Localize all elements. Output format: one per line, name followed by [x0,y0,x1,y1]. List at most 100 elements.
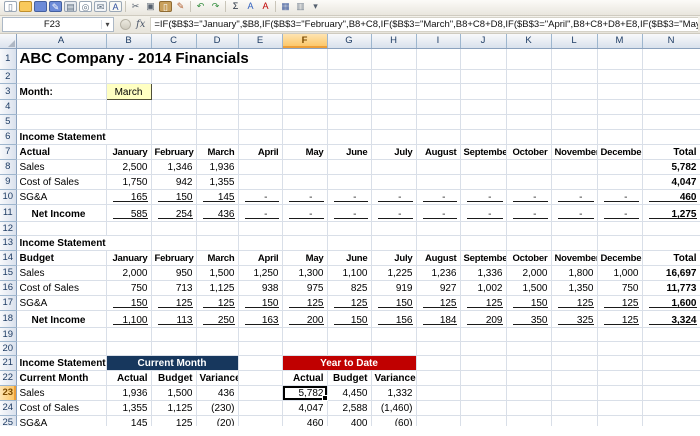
row-header-3[interactable]: 3 [0,83,17,100]
cell-F22[interactable]: Actual [282,370,328,386]
row-header-7[interactable]: 7 [0,144,17,160]
cell-A6[interactable]: Income Statement [16,129,152,145]
print-icon[interactable]: ▤ [64,0,77,12]
cell-I13[interactable] [416,235,461,251]
cell-K25[interactable] [506,415,552,426]
cell-J7[interactable]: September [460,144,507,160]
cell-F18[interactable]: 200 [282,310,328,328]
cell-N14[interactable]: Total [642,250,700,266]
cell-C5[interactable] [151,114,197,130]
cell-A7[interactable]: Actual [16,144,107,160]
cell-F10[interactable]: - [282,189,328,205]
cell-N20[interactable] [642,341,700,356]
cell-L24[interactable] [551,400,598,416]
cell-I8[interactable] [416,159,461,175]
col-header-J[interactable]: J [460,34,507,49]
insert-function-button[interactable] [120,19,131,30]
cell-J3[interactable] [460,83,507,100]
cell-G11[interactable]: - [327,204,372,222]
cell-D3[interactable] [196,83,239,100]
cell-N11[interactable]: 1,275 [642,204,700,222]
cell-D23[interactable]: 436 [196,385,239,401]
cell-J22[interactable] [460,370,507,386]
sort-ascending-icon[interactable]: A [244,1,257,12]
cell-K15[interactable]: 2,000 [506,265,552,281]
cell-C15[interactable]: 950 [151,265,197,281]
cell-C4[interactable] [151,99,197,115]
cell-F25[interactable]: 460 [282,415,328,426]
cell-L8[interactable] [551,159,598,175]
cell-H10[interactable]: - [371,189,417,205]
row-header-20[interactable]: 20 [0,341,17,356]
row-header-24[interactable]: 24 [0,400,17,416]
cell-M13[interactable] [597,235,643,251]
cell-B18[interactable]: 1,100 [106,310,152,328]
formula-input[interactable]: =IF($B$3="January",$B8,IF($B$3="February… [150,17,698,32]
cell-K14[interactable]: October [506,250,552,266]
cell-L3[interactable] [551,83,598,100]
cell-I17[interactable]: 125 [416,295,461,311]
row-header-16[interactable]: 16 [0,280,17,296]
cell-M7[interactable]: December [597,144,643,160]
cell-B2[interactable] [106,69,152,84]
cell-A21[interactable]: Income Statement [16,355,107,371]
cell-D14[interactable]: March [196,250,239,266]
cell-H20[interactable] [371,341,417,356]
cell-B4[interactable] [106,99,152,115]
cell-N9[interactable]: 4,047 [642,174,700,190]
cell-I6[interactable] [416,129,461,145]
cell-A23[interactable]: Sales [16,385,107,401]
cell-I10[interactable]: - [416,189,461,205]
row-header-18[interactable]: 18 [0,310,17,328]
format-painter-icon[interactable]: ✎ [174,1,187,12]
cell-M11[interactable]: - [597,204,643,222]
cell-H9[interactable] [371,174,417,190]
cell-D4[interactable] [196,99,239,115]
col-header-A[interactable]: A [16,34,107,49]
cell-F4[interactable] [282,99,328,115]
cell-G20[interactable] [327,341,372,356]
cell-F1[interactable] [282,48,328,70]
cell-G13[interactable] [327,235,372,251]
cell-F13[interactable] [282,235,328,251]
cell-I2[interactable] [416,69,461,84]
cell-G2[interactable] [327,69,372,84]
cell-K12[interactable] [506,221,552,236]
cell-M1[interactable] [597,48,643,70]
new-document-icon[interactable]: ▯ [4,0,17,12]
cell-B14[interactable]: January [106,250,152,266]
cell-H2[interactable] [371,69,417,84]
cell-B20[interactable] [106,341,152,356]
cell-I9[interactable] [416,174,461,190]
cell-L6[interactable] [551,129,598,145]
cell-I18[interactable]: 184 [416,310,461,328]
cell-E4[interactable] [238,99,283,115]
row-header-23[interactable]: 23 [0,385,17,401]
autosum-icon[interactable]: Σ [229,1,242,12]
cell-L23[interactable] [551,385,598,401]
cell-K17[interactable]: 150 [506,295,552,311]
cell-A12[interactable] [16,221,107,236]
cell-I14[interactable]: August [416,250,461,266]
cell-N22[interactable] [642,370,700,386]
row-header-8[interactable]: 8 [0,159,17,175]
cell-J16[interactable]: 1,002 [460,280,507,296]
cell-D24[interactable]: (230) [196,400,239,416]
cell-E8[interactable] [238,159,283,175]
cell-M4[interactable] [597,99,643,115]
cell-B17[interactable]: 150 [106,295,152,311]
cell-F3[interactable] [282,83,328,100]
cell-D12[interactable] [196,221,239,236]
cell-A11[interactable]: Net Income [16,204,107,222]
cell-E10[interactable]: - [238,189,283,205]
cell-C6[interactable] [151,129,197,145]
cell-G6[interactable] [327,129,372,145]
name-box[interactable]: F23 ▾ [2,17,114,32]
cell-K19[interactable] [506,327,552,342]
cell-L18[interactable]: 325 [551,310,598,328]
cell-I7[interactable]: August [416,144,461,160]
cell-M17[interactable]: 125 [597,295,643,311]
cell-B22[interactable]: Actual [106,370,152,386]
cell-F21[interactable]: Year to Date [282,355,417,371]
cell-K24[interactable] [506,400,552,416]
